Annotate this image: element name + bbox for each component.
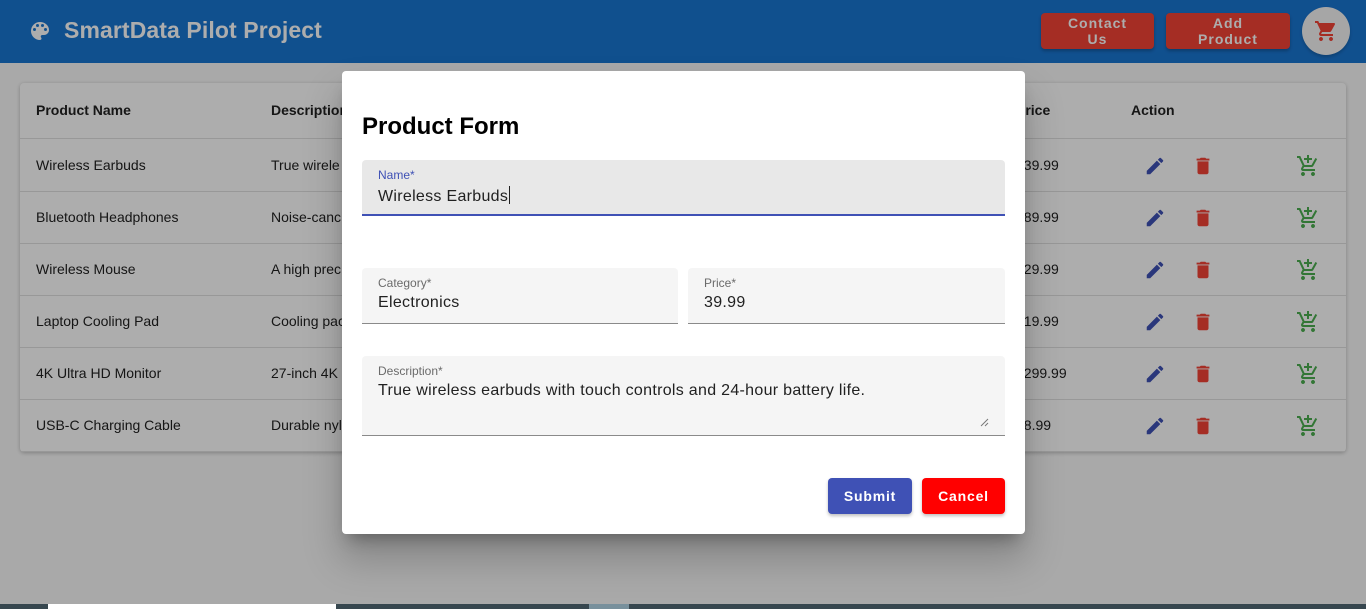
name-field[interactable]: Name* Wireless Earbuds: [362, 160, 1005, 216]
category-field-value: Electronics: [378, 294, 460, 311]
name-field-label: Name*: [378, 168, 415, 182]
dialog-title: Product Form: [362, 113, 520, 140]
category-field-label: Category*: [378, 276, 432, 290]
description-field-value: True wireless earbuds with touch control…: [378, 382, 866, 399]
name-field-value: Wireless Earbuds: [378, 188, 509, 205]
text-caret: [509, 186, 511, 204]
product-form-dialog: Product Form Name* Wireless Earbuds Cate…: [342, 71, 1025, 534]
description-field-label: Description*: [378, 364, 443, 378]
resize-handle-icon[interactable]: [979, 417, 989, 427]
cancel-button[interactable]: Cancel: [922, 478, 1005, 514]
taskbar-segment: [589, 604, 629, 609]
category-field[interactable]: Category* Electronics: [362, 268, 678, 324]
price-field-value: 39.99: [704, 294, 746, 311]
submit-button[interactable]: Submit: [828, 478, 912, 514]
price-field[interactable]: Price* 39.99: [688, 268, 1005, 324]
price-field-label: Price*: [704, 276, 737, 290]
description-field[interactable]: Description* True wireless earbuds with …: [362, 356, 1005, 436]
taskbar-segment: [48, 604, 336, 609]
